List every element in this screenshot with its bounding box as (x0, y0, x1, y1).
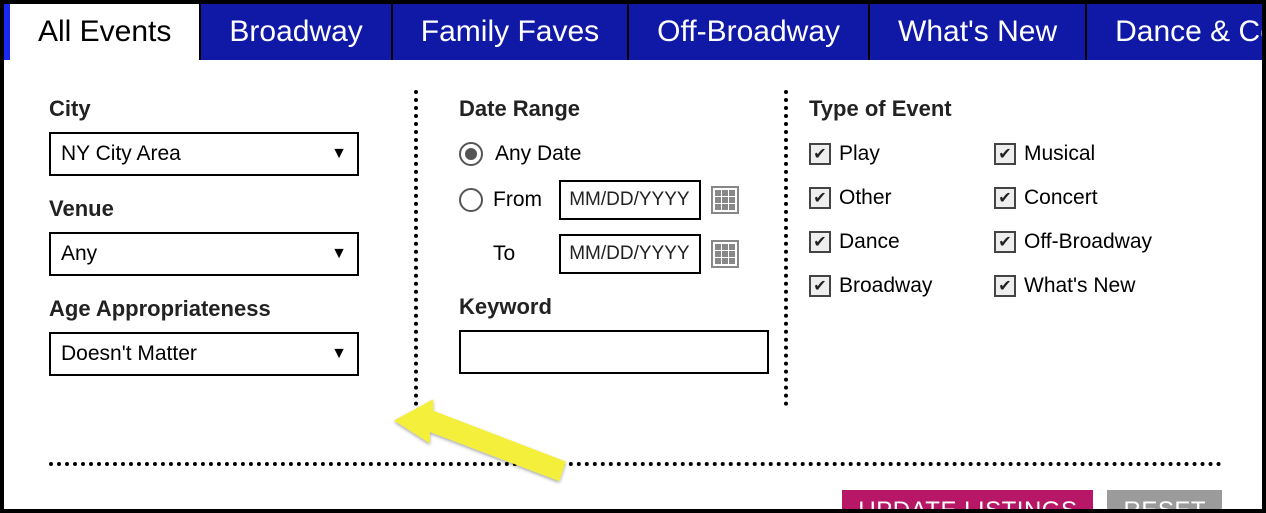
checkbox-other-label: Other (839, 186, 892, 210)
radio-from-date[interactable] (459, 188, 483, 212)
from-label: From (493, 188, 549, 212)
radio-any-date-label: Any Date (495, 142, 581, 166)
update-listings-button[interactable]: UPDATE LISTINGS (842, 490, 1093, 513)
checkbox-concert[interactable]: ✔ (994, 187, 1016, 209)
checkbox-dance[interactable]: ✔ (809, 231, 831, 253)
checkbox-whats-new[interactable]: ✔ (994, 275, 1016, 297)
chevron-down-icon: ▼ (331, 245, 347, 263)
checkbox-musical[interactable]: ✔ (994, 143, 1016, 165)
checkbox-dance-label: Dance (839, 230, 900, 254)
checkbox-broadway-label: Broadway (839, 274, 932, 298)
from-date-input[interactable]: MM/DD/YYYY (559, 180, 701, 220)
checkbox-whats-new-label: What's New (1024, 274, 1135, 298)
tab-off-broadway[interactable]: Off-Broadway (629, 4, 870, 60)
tab-bar: All Events Broadway Family Faves Off-Bro… (4, 4, 1262, 60)
age-select[interactable]: Doesn't Matter ▼ (49, 332, 359, 376)
chevron-down-icon: ▼ (331, 145, 347, 163)
checkbox-broadway[interactable]: ✔ (809, 275, 831, 297)
filter-panel: City NY City Area ▼ Venue Any ▼ Age Appr… (4, 60, 1262, 424)
tab-whats-new[interactable]: What's New (870, 4, 1087, 60)
date-range-label: Date Range (459, 96, 739, 122)
checkbox-off-broadway-label: Off-Broadway (1024, 230, 1152, 254)
divider-horizontal (49, 462, 1222, 466)
divider-vertical (414, 90, 418, 406)
checkbox-play-label: Play (839, 142, 880, 166)
to-label: To (493, 242, 549, 266)
age-value: Doesn't Matter (61, 342, 197, 366)
keyword-label: Keyword (459, 294, 739, 320)
city-label: City (49, 96, 379, 122)
tab-dance-concerts[interactable]: Dance & Concerts (1087, 4, 1266, 60)
divider-vertical (784, 90, 788, 406)
checkbox-concert-label: Concert (1024, 186, 1098, 210)
tab-broadway[interactable]: Broadway (201, 4, 392, 60)
venue-select[interactable]: Any ▼ (49, 232, 359, 276)
search-frame: All Events Broadway Family Faves Off-Bro… (0, 0, 1266, 513)
to-date-input[interactable]: MM/DD/YYYY (559, 234, 701, 274)
calendar-icon[interactable] (711, 186, 739, 214)
calendar-icon[interactable] (711, 240, 739, 268)
city-select[interactable]: NY City Area ▼ (49, 132, 359, 176)
venue-label: Venue (49, 196, 379, 222)
checkbox-other[interactable]: ✔ (809, 187, 831, 209)
tab-all-events[interactable]: All Events (4, 4, 201, 60)
type-of-event-label: Type of Event (809, 96, 1252, 122)
reset-button[interactable]: RESET (1107, 490, 1222, 513)
city-value: NY City Area (61, 142, 181, 166)
keyword-input[interactable] (459, 330, 769, 374)
checkbox-musical-label: Musical (1024, 142, 1095, 166)
checkbox-play[interactable]: ✔ (809, 143, 831, 165)
venue-value: Any (61, 242, 97, 266)
tab-family-faves[interactable]: Family Faves (393, 4, 629, 60)
radio-any-date[interactable] (459, 142, 483, 166)
checkbox-off-broadway[interactable]: ✔ (994, 231, 1016, 253)
chevron-down-icon: ▼ (331, 345, 347, 363)
age-label: Age Appropriateness (49, 296, 379, 322)
